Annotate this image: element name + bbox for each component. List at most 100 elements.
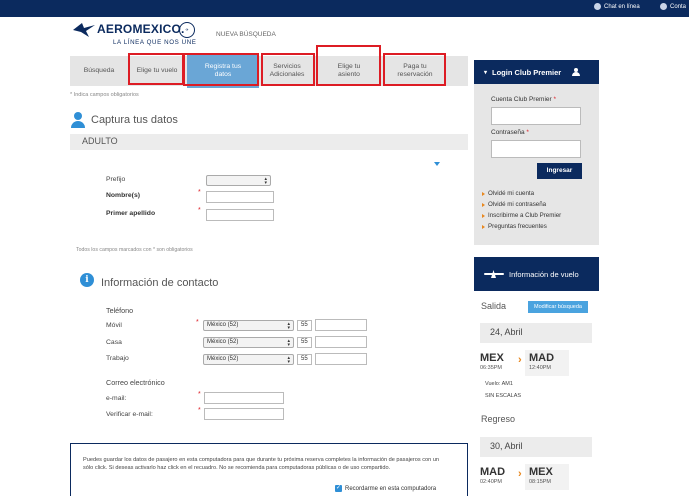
chevron-right-icon: › <box>518 354 522 366</box>
eagle-logo-icon <box>73 23 95 37</box>
mobile-number-input[interactable] <box>315 319 367 331</box>
surname-label: Primer apellido <box>106 210 156 217</box>
outbound-date-bar: 24, Abril <box>480 323 592 343</box>
email-section-label: Correo electrónico <box>106 378 165 387</box>
home-label: Casa <box>106 339 122 346</box>
outbound-destination: MAD <box>529 352 555 364</box>
verify-email-input[interactable] <box>204 408 284 420</box>
bullet-arrow-icon <box>482 224 485 229</box>
email-input[interactable] <box>204 392 284 404</box>
account-label: Cuenta Club Premier * <box>491 96 557 103</box>
home-number-input[interactable] <box>315 336 367 348</box>
work-country-select[interactable]: México (52) ▴ ▾ <box>203 354 294 365</box>
contact-icon <box>660 3 667 10</box>
join-club-premier-link[interactable]: Inscribirme a Club Premier <box>482 210 561 221</box>
adult-label: ADULTO <box>82 136 118 146</box>
save-passenger-text: Puedes guardar los datos de pasajero en … <box>83 457 440 471</box>
login-panel-title: Login Club Premier <box>492 67 562 77</box>
select-value: México (52) <box>207 339 239 345</box>
capture-title: Captura tus datos <box>91 114 178 126</box>
bullet-arrow-icon <box>482 202 485 207</box>
surname-input[interactable] <box>206 209 274 221</box>
caret-down-icon: ▾ <box>484 69 488 76</box>
flight-number: Vuelo: AM1 <box>485 381 513 387</box>
faq-link[interactable]: Preguntas frecuentes <box>482 221 561 232</box>
capture-heading: Captura tus datos <box>71 112 178 128</box>
required-star: * <box>198 207 201 214</box>
password-label: Contraseña * <box>491 129 529 136</box>
return-route: MAD 02:40PM › MEX 08:15PM <box>480 464 592 490</box>
step-extra-services[interactable]: Servicios Adicionales <box>261 56 313 86</box>
verify-email-label: Verificar e-mail: <box>106 411 153 418</box>
step-search[interactable]: Búsqueda <box>70 56 128 86</box>
adult-section-bar[interactable]: ADULTO <box>70 134 468 150</box>
flight-stops: SIN ESCALAS <box>485 393 522 399</box>
brand-tagline: LA LÍNEA QUE NOS UNE <box>113 39 197 46</box>
login-panel-header[interactable]: ▾ Login Club Premier <box>474 60 599 84</box>
home-country-select[interactable]: México (52) ▴ ▾ <box>203 337 294 348</box>
chat-link[interactable]: Chat en línea <box>594 3 640 10</box>
password-input[interactable] <box>491 140 581 158</box>
home-area-code[interactable]: 55 <box>297 337 312 348</box>
airplane-icon <box>484 270 504 278</box>
aeromexico-logo[interactable]: AEROMEXICO. ✈ LA LÍNEA QUE NOS UNE <box>73 22 203 50</box>
bullet-arrow-icon <box>482 191 485 196</box>
anniversary-seal-icon: ✈ <box>179 22 195 38</box>
outbound-route: MEX 06:35PM › MAD 12:40PM <box>480 350 592 376</box>
select-value: México (52) <box>207 356 239 362</box>
save-passenger-box: Puedes guardar los datos de pasajero en … <box>70 443 468 496</box>
return-departure-time: 02:40PM <box>480 479 503 485</box>
contact-link[interactable]: Conta <box>660 3 686 10</box>
step-register-data[interactable]: Registra tus datos <box>187 54 259 88</box>
mobile-label: Móvil <box>106 322 122 329</box>
required-star: * <box>198 391 201 398</box>
return-destination-box: MEX 08:15PM <box>525 464 569 490</box>
select-value: México (52) <box>207 322 239 328</box>
mobile-area-code[interactable]: 55 <box>297 320 312 331</box>
outbound-origin: MEX <box>480 352 504 364</box>
chat-label: Chat en línea <box>604 3 640 10</box>
outbound-date: 24, Abril <box>490 327 523 337</box>
names-label: Nombre(s) <box>106 192 140 199</box>
prefix-select[interactable]: ▴ ▾ <box>206 175 271 186</box>
step-choose-flight[interactable]: Elige tu vuelo <box>128 56 186 86</box>
return-date-bar: 30, Abril <box>480 437 592 457</box>
work-number-input[interactable] <box>315 353 367 365</box>
contact-title: Información de contacto <box>101 277 219 289</box>
account-input[interactable] <box>491 107 581 125</box>
step-payment[interactable]: Paga tu reservación <box>384 56 446 86</box>
email-label: e-mail: <box>106 395 127 402</box>
info-icon: i <box>80 273 94 287</box>
outbound-arrival-time: 12:40PM <box>529 365 552 371</box>
work-label: Trabajo <box>106 355 129 362</box>
brand-name: AEROMEXICO. <box>97 22 185 36</box>
new-search-link[interactable]: NUEVA BÚSQUEDA <box>216 31 276 38</box>
forgot-password-link[interactable]: Olvidé mi contraseña <box>482 199 561 210</box>
step-choose-seat[interactable]: Elige tu asiento <box>318 56 380 86</box>
required-star: * <box>196 319 199 326</box>
outbound-departure-time: 06:35PM <box>480 365 503 371</box>
return-arrival-time: 08:15PM <box>529 479 552 485</box>
forgot-account-link[interactable]: Olvidé mi cuenta <box>482 188 561 199</box>
caret-down-icon[interactable] <box>434 162 440 166</box>
select-arrows-icon: ▴ ▾ <box>287 355 290 365</box>
required-star: * <box>198 189 201 196</box>
all-fields-note: Todos los campos marcados con * son obli… <box>76 247 193 253</box>
select-arrows-icon: ▴ ▾ <box>264 176 267 186</box>
login-links: Olvidé mi cuenta Olvidé mi contraseña In… <box>482 188 561 232</box>
chat-icon <box>594 3 601 10</box>
remember-me-checkbox[interactable]: ✓ Recordarme en esta computadora <box>335 485 436 492</box>
work-area-code[interactable]: 55 <box>297 354 312 365</box>
booking-steps: Búsqueda Elige tu vuelo Registra tus dato… <box>70 54 468 88</box>
return-label: Regreso <box>481 414 516 424</box>
checkmark-icon: ✓ <box>335 485 342 492</box>
login-button[interactable]: Ingresar <box>537 163 582 179</box>
remember-me-label: Recordarme en esta computadora <box>345 485 437 492</box>
flight-info-title: Información de vuelo <box>509 269 579 279</box>
flight-info-panel: Información de vuelo Salida Modificar bú… <box>474 257 599 496</box>
names-input[interactable] <box>206 191 274 203</box>
mobile-country-select[interactable]: México (52) ▴ ▾ <box>203 320 294 331</box>
required-star: * <box>198 407 201 414</box>
modify-search-button[interactable]: Modificar búsqueda <box>528 301 588 313</box>
chevron-right-icon: › <box>518 468 522 480</box>
